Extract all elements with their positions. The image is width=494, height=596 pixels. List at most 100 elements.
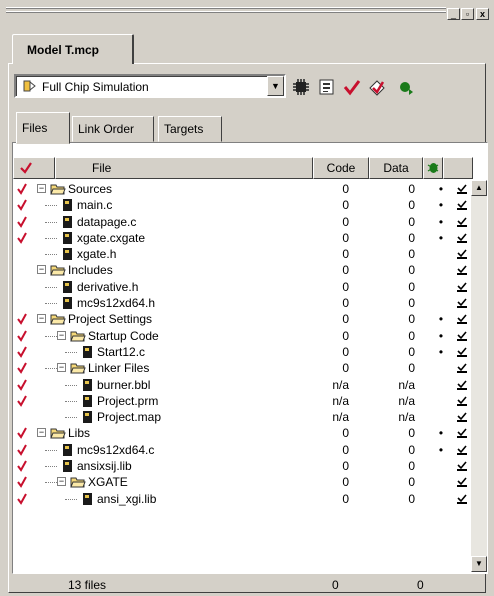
tab-project-file[interactable]: Model T.mcp (12, 34, 134, 64)
debug-toggle-icon[interactable] (457, 200, 467, 211)
check-icon[interactable] (17, 379, 27, 391)
close-button[interactable]: x (476, 8, 489, 20)
run-icon[interactable] (397, 78, 415, 96)
table-row[interactable]: − Startup Code 0 0 • (13, 328, 473, 344)
target-settings-icon[interactable] (292, 78, 310, 96)
file-name[interactable]: mc9s12xd64.h (77, 295, 155, 311)
scroll-down-button[interactable]: ▼ (471, 556, 487, 572)
chevron-down-icon[interactable]: ▼ (267, 76, 284, 96)
column-header-file[interactable]: File (55, 157, 313, 179)
folder-name[interactable]: XGATE (88, 474, 128, 490)
file-name[interactable]: xgate.h (77, 246, 116, 262)
check-icon[interactable] (17, 183, 27, 195)
file-name[interactable]: mc9s12xd64.c (77, 442, 154, 458)
table-row[interactable]: ansixsij.lib 0 0 (13, 458, 473, 474)
vertical-scrollbar[interactable]: ▲ ▼ (471, 180, 487, 572)
table-row[interactable]: − Linker Files 0 0 (13, 360, 473, 376)
table-row[interactable]: − Includes 0 0 (13, 262, 473, 278)
debug-icon[interactable] (368, 78, 386, 96)
table-row[interactable]: datapage.c 0 0 • (13, 214, 473, 230)
collapse-toggle-icon[interactable]: − (57, 363, 66, 373)
table-row[interactable]: mc9s12xd64.h 0 0 (13, 295, 473, 311)
minimize-button[interactable]: _ (447, 8, 460, 20)
debug-toggle-icon[interactable] (457, 396, 467, 406)
target-select[interactable]: Full Chip Simulation ▼ (14, 74, 286, 98)
file-name[interactable]: datapage.c (77, 214, 136, 230)
file-name[interactable]: main.c (77, 197, 112, 213)
collapse-toggle-icon[interactable]: − (37, 184, 46, 193)
folder-name[interactable]: Libs (68, 425, 90, 441)
table-row[interactable]: derivative.h 0 0 (13, 279, 473, 295)
folder-name[interactable]: Startup Code (88, 328, 159, 344)
check-icon[interactable] (17, 395, 27, 407)
debug-toggle-icon[interactable] (457, 445, 467, 455)
debug-toggle-icon[interactable] (457, 298, 467, 309)
collapse-toggle-icon[interactable]: − (57, 477, 66, 487)
file-name[interactable]: Project.map (97, 409, 161, 425)
table-row[interactable]: Start12.c 0 0 • (13, 344, 473, 360)
check-icon[interactable] (17, 330, 27, 342)
check-icon[interactable] (17, 493, 27, 505)
collapse-toggle-icon[interactable]: − (37, 314, 46, 324)
file-name[interactable]: Project.prm (97, 393, 158, 409)
debug-toggle-icon[interactable] (457, 184, 467, 194)
file-name[interactable]: ansi_xgi.lib (97, 491, 156, 507)
column-header-code[interactable]: Code (313, 157, 369, 179)
debug-toggle-icon[interactable] (457, 461, 467, 472)
check-icon[interactable] (17, 460, 27, 472)
table-row[interactable]: xgate.cxgate 0 0 • (13, 230, 473, 246)
collapse-toggle-icon[interactable]: − (57, 330, 66, 340)
column-header-debug[interactable] (423, 157, 443, 179)
debug-toggle-icon[interactable] (457, 347, 467, 357)
debug-toggle-icon[interactable] (457, 331, 467, 341)
debug-toggle-icon[interactable] (457, 217, 467, 227)
debug-toggle-icon[interactable] (457, 282, 467, 292)
debug-toggle-icon[interactable] (457, 477, 467, 488)
debug-toggle-icon[interactable] (457, 494, 467, 504)
collapse-toggle-icon[interactable]: − (37, 265, 46, 275)
debug-toggle-icon[interactable] (457, 233, 467, 243)
debug-toggle-icon[interactable] (457, 380, 467, 390)
debug-toggle-icon[interactable] (457, 363, 467, 374)
table-row[interactable]: burner.bbl n/a n/a (13, 377, 473, 393)
debug-toggle-icon[interactable] (457, 428, 467, 439)
check-icon[interactable] (17, 427, 27, 440)
table-row[interactable]: main.c 0 0 • (13, 197, 473, 213)
table-row[interactable]: Project.map n/a n/a (13, 409, 473, 425)
collapse-toggle-icon[interactable]: − (37, 428, 46, 438)
file-name[interactable]: burner.bbl (97, 377, 150, 393)
file-name[interactable]: derivative.h (77, 279, 138, 295)
table-row[interactable]: − Sources 0 0 • (13, 181, 473, 197)
table-row[interactable]: − Project Settings 0 0 • (13, 311, 473, 327)
check-icon[interactable] (17, 444, 27, 456)
table-row[interactable]: − XGATE 0 0 (13, 474, 473, 490)
file-list[interactable]: File Code Data − Sources 0 0 • main.c 0 0 • datap… (12, 142, 488, 574)
folder-name[interactable]: Project Settings (68, 311, 152, 327)
table-row[interactable]: − Libs 0 0 • (13, 425, 473, 441)
folder-name[interactable]: Linker Files (88, 360, 149, 376)
debug-toggle-icon[interactable] (457, 265, 467, 276)
check-icon[interactable] (17, 346, 27, 358)
check-icon[interactable] (17, 216, 27, 228)
table-row[interactable]: mc9s12xd64.c 0 0 • (13, 442, 473, 458)
check-icon[interactable] (17, 232, 27, 244)
check-icon[interactable] (17, 199, 27, 212)
column-header-data[interactable]: Data (369, 157, 423, 179)
restore-button[interactable]: ▫ (461, 8, 474, 20)
file-name[interactable]: xgate.cxgate (77, 230, 145, 246)
check-icon[interactable] (17, 313, 27, 326)
debug-toggle-icon[interactable] (457, 249, 467, 260)
column-header-check[interactable] (13, 157, 55, 179)
tab-targets[interactable]: Targets (158, 116, 222, 142)
synchronize-icon[interactable] (318, 78, 336, 96)
folder-name[interactable]: Sources (68, 181, 112, 197)
file-name[interactable]: Start12.c (97, 344, 145, 360)
make-icon[interactable] (343, 78, 361, 96)
table-row[interactable]: Project.prm n/a n/a (13, 393, 473, 409)
table-row[interactable]: ansi_xgi.lib 0 0 (13, 491, 473, 507)
check-icon[interactable] (17, 362, 27, 375)
debug-toggle-icon[interactable] (457, 314, 467, 325)
debug-toggle-icon[interactable] (457, 412, 467, 423)
scroll-up-button[interactable]: ▲ (471, 180, 487, 196)
file-name[interactable]: ansixsij.lib (77, 458, 132, 474)
